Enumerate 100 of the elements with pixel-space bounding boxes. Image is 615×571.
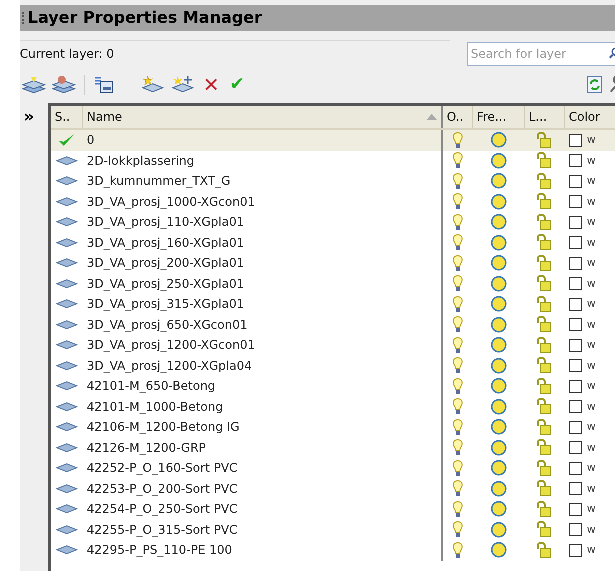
color-swatch[interactable] <box>569 236 582 250</box>
lightbulb-icon[interactable] <box>453 542 463 559</box>
layer-row[interactable]: 2D-lokkplassering w <box>51 150 615 171</box>
lightbulb-icon[interactable] <box>453 234 463 252</box>
lightbulb-icon[interactable] <box>453 500 463 518</box>
lightbulb-icon[interactable] <box>453 214 463 231</box>
sun-icon[interactable] <box>491 358 507 374</box>
new-layer-icon[interactable] <box>141 75 165 95</box>
open-padlock-icon[interactable] <box>536 439 554 456</box>
color-swatch[interactable] <box>569 318 582 332</box>
sun-icon[interactable] <box>491 522 507 538</box>
open-padlock-icon[interactable] <box>536 172 554 190</box>
color-swatch[interactable] <box>569 523 582 536</box>
lightbulb-icon[interactable] <box>453 439 463 456</box>
sun-icon[interactable] <box>491 152 507 169</box>
sun-icon[interactable] <box>491 173 507 190</box>
color-swatch[interactable] <box>569 298 582 311</box>
sun-icon[interactable] <box>491 234 507 251</box>
sun-icon[interactable] <box>491 316 507 333</box>
open-padlock-icon[interactable] <box>536 480 554 498</box>
color-swatch[interactable] <box>569 216 582 229</box>
lightbulb-icon[interactable] <box>453 296 463 313</box>
sun-icon[interactable] <box>491 378 507 394</box>
layer-states-icon[interactable] <box>93 75 115 95</box>
sun-icon[interactable] <box>491 542 507 558</box>
column-header[interactable]: Name <box>83 106 443 128</box>
lightbulb-icon[interactable] <box>453 336 463 354</box>
color-swatch[interactable] <box>569 544 582 557</box>
open-padlock-icon[interactable] <box>536 398 554 416</box>
open-padlock-icon[interactable] <box>536 275 554 292</box>
color-swatch[interactable] <box>569 195 582 208</box>
lightbulb-icon[interactable] <box>453 152 463 170</box>
color-swatch[interactable] <box>569 174 582 188</box>
open-padlock-icon[interactable] <box>536 193 554 210</box>
lightbulb-icon[interactable] <box>453 275 463 292</box>
sun-icon[interactable] <box>491 480 507 497</box>
lightbulb-icon[interactable] <box>453 480 463 498</box>
open-padlock-icon[interactable] <box>536 460 554 477</box>
lightbulb-icon[interactable] <box>453 398 463 416</box>
sun-icon[interactable] <box>491 255 507 272</box>
open-padlock-icon[interactable] <box>536 378 554 395</box>
sun-icon[interactable] <box>491 132 507 148</box>
open-padlock-icon[interactable] <box>536 336 554 354</box>
color-swatch[interactable] <box>569 462 582 475</box>
sun-icon[interactable] <box>491 419 507 436</box>
open-padlock-icon[interactable] <box>536 542 554 559</box>
color-swatch[interactable] <box>569 154 582 168</box>
color-swatch[interactable] <box>569 380 582 393</box>
lightbulb-icon[interactable] <box>453 378 463 395</box>
sun-icon[interactable] <box>491 460 507 476</box>
lightbulb-icon[interactable] <box>453 357 463 374</box>
sun-icon[interactable] <box>491 398 507 415</box>
lightbulb-icon[interactable] <box>453 254 463 272</box>
open-padlock-icon[interactable] <box>536 500 554 518</box>
new-properties-filter-icon[interactable] <box>22 75 46 95</box>
new-group-filter-icon[interactable] <box>52 75 76 95</box>
delete-layer-button[interactable]: ✕ <box>201 75 222 95</box>
color-swatch[interactable] <box>569 482 582 496</box>
lightbulb-icon[interactable] <box>453 521 463 538</box>
lightbulb-icon[interactable] <box>453 193 463 210</box>
open-padlock-icon[interactable] <box>536 234 554 252</box>
open-padlock-icon[interactable] <box>536 316 554 334</box>
color-swatch[interactable] <box>569 359 582 372</box>
expand-panel-button[interactable]: » <box>24 109 34 125</box>
column-header[interactable]: S.. <box>51 106 83 128</box>
color-swatch[interactable] <box>569 134 582 147</box>
lightbulb-icon[interactable] <box>453 460 463 477</box>
color-swatch[interactable] <box>569 256 582 270</box>
lightbulb-icon[interactable] <box>453 418 463 436</box>
sun-icon[interactable] <box>491 501 507 518</box>
sun-icon[interactable] <box>491 296 507 312</box>
color-swatch[interactable] <box>569 338 582 352</box>
sun-icon[interactable] <box>491 276 507 292</box>
search-field[interactable]: Search for layer <box>467 42 615 66</box>
column-header[interactable]: Fre... <box>473 106 525 128</box>
layer-row[interactable]: 0 w <box>51 130 615 150</box>
column-header[interactable]: Color <box>565 106 615 128</box>
color-swatch[interactable] <box>569 277 582 290</box>
lightbulb-icon[interactable] <box>453 172 463 190</box>
color-swatch[interactable] <box>569 441 582 454</box>
lightbulb-icon[interactable] <box>453 132 463 149</box>
color-swatch[interactable] <box>569 420 582 434</box>
sun-icon[interactable] <box>491 194 507 210</box>
open-padlock-icon[interactable] <box>536 521 554 538</box>
open-padlock-icon[interactable] <box>536 418 554 436</box>
open-padlock-icon[interactable] <box>536 132 554 149</box>
sun-icon[interactable] <box>491 337 507 354</box>
color-swatch[interactable] <box>569 502 582 516</box>
sun-icon[interactable] <box>491 440 507 456</box>
color-swatch[interactable] <box>569 400 582 414</box>
open-padlock-icon[interactable] <box>536 152 554 170</box>
open-padlock-icon[interactable] <box>536 254 554 272</box>
column-header[interactable]: L... <box>525 106 565 128</box>
column-header[interactable]: O.. <box>443 106 473 128</box>
lightbulb-icon[interactable] <box>453 316 463 334</box>
refresh-icon[interactable] <box>587 76 603 94</box>
sun-icon[interactable] <box>491 214 507 230</box>
open-padlock-icon[interactable] <box>536 296 554 313</box>
open-padlock-icon[interactable] <box>536 214 554 231</box>
open-padlock-icon[interactable] <box>536 357 554 374</box>
